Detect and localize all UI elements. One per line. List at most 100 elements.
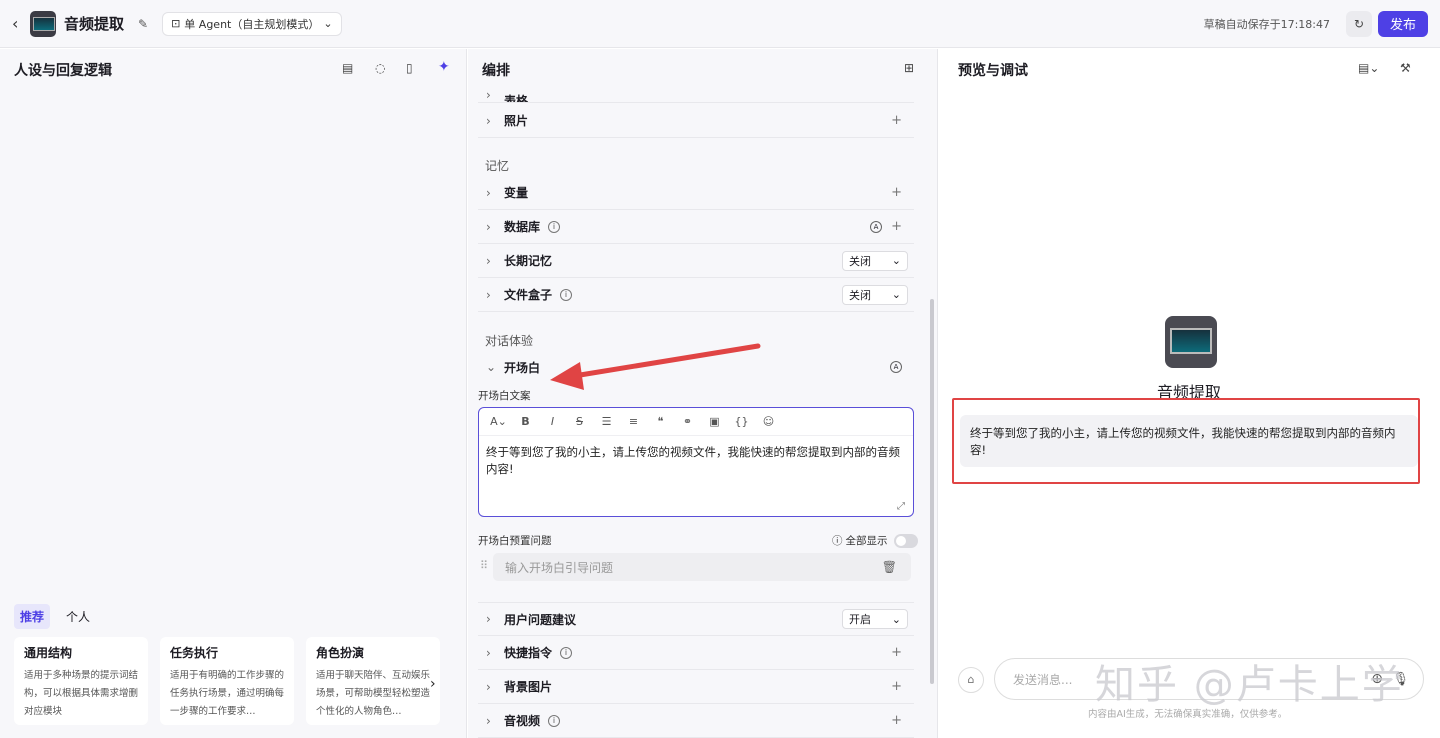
tab-personal[interactable]: 个人 <box>60 604 96 629</box>
history-icon: ↻ <box>1353 16 1365 31</box>
card-desc: 适用于聊天陪伴、互动娱乐场景，可帮助模型轻松塑造个性化的人物角色… <box>316 670 431 717</box>
mode-selector[interactable]: ⊡ 单 Agent（自主规划模式） ⌄ <box>162 11 342 36</box>
strikethrough-icon[interactable]: S <box>566 415 593 428</box>
tips-icon[interactable]: ◌ <box>375 61 385 75</box>
persona-panel: 人设与回复逻辑 ▤ ◌ ▯ ✦ 推荐 个人 通用结构 适用于多种场景的提示词结构… <box>0 49 467 738</box>
plus-icon[interactable]: + <box>891 185 902 200</box>
panel-title: 预览与调试 <box>958 63 1028 79</box>
row-label: 背景图片 <box>504 680 553 694</box>
card-desc: 适用于有明确的工作步骤的任务执行场景，通过明确每一步骤的工作要求… <box>170 670 285 717</box>
grid-icon[interactable]: ⊞ <box>904 61 914 75</box>
auto-icon[interactable]: A <box>890 361 902 373</box>
chevron-down-icon: ⌄ <box>891 254 901 267</box>
bold-icon[interactable]: B <box>512 415 539 428</box>
auto-icon[interactable]: A <box>870 220 882 233</box>
app-avatar <box>30 10 56 37</box>
chevron-right-icon: › <box>486 679 491 694</box>
italic-icon[interactable]: I <box>539 415 566 428</box>
history-button[interactable]: ↻ <box>1346 10 1372 37</box>
row-shortcut[interactable]: › 快捷指令 i + <box>478 636 914 670</box>
row-label: 长期记忆 <box>504 254 553 268</box>
row-label: 数据库 <box>504 220 541 234</box>
info-icon[interactable]: i <box>548 714 561 727</box>
file-box-select[interactable]: 关闭 ⌄ <box>842 284 908 305</box>
chevron-right-icon[interactable]: › <box>430 676 436 692</box>
plus-icon[interactable]: + <box>891 713 902 728</box>
drag-handle-icon[interactable]: ⠿ <box>480 559 488 572</box>
preset-label: 开场白预置问题 <box>478 535 552 547</box>
publish-button[interactable]: 发布 <box>1378 10 1428 37</box>
back-icon[interactable]: ‹ <box>12 14 26 33</box>
info-icon[interactable]: i <box>560 646 573 659</box>
plus-icon[interactable]: + <box>891 219 902 234</box>
row-photo[interactable]: › 照片 + <box>478 104 914 138</box>
info-icon[interactable]: i <box>548 220 561 233</box>
autosave-status: 草稿自动保存于17:18:47 <box>1203 17 1330 31</box>
template-card[interactable]: 任务执行 适用于有明确的工作步骤的任务执行场景，通过明确每一步骤的工作要求… <box>160 637 294 725</box>
row-label: 快捷指令 <box>504 646 553 660</box>
opening-copy-label: 开场白文案 <box>478 390 531 402</box>
user-suggest-select[interactable]: 开启 ⌄ <box>842 609 908 629</box>
panel-title: 人设与回复逻辑 <box>14 63 112 79</box>
trash-icon[interactable]: 🗑 <box>882 560 897 574</box>
wrench-icon[interactable]: ⚒ <box>1400 61 1411 75</box>
template-card[interactable]: 角色扮演 适用于聊天陪伴、互动娱乐场景，可帮助模型轻松塑造个性化的人物角色… <box>306 637 440 725</box>
orchestration-panel: 编排 ⊞ › 表格 › 照片 + 记忆 › 变量 + › 数据库 i A + › … <box>468 49 938 738</box>
row-file-box[interactable]: › 文件盒子 i 关闭 ⌄ <box>478 278 914 312</box>
font-size-icon[interactable]: A⌄ <box>485 415 512 428</box>
clear-context-icon[interactable]: ⌂ <box>958 667 984 693</box>
link-icon[interactable]: ⚭ <box>674 415 701 428</box>
chevron-right-icon: › <box>486 287 491 302</box>
edit-icon[interactable]: ✎ <box>138 17 148 31</box>
row-label: 照片 <box>504 114 529 128</box>
plus-icon[interactable]: + <box>891 645 902 660</box>
preset-question-input[interactable]: 输入开场白引导问题 🗑 <box>493 553 911 581</box>
long-memory-select[interactable]: 关闭 ⌄ <box>842 250 908 271</box>
chevron-down-icon: ⌄ <box>891 288 901 301</box>
card-title: 通用结构 <box>24 646 73 660</box>
card-title: 任务执行 <box>170 646 219 660</box>
debug-view-icon[interactable]: ▤⌄ <box>1358 61 1379 75</box>
bot-avatar <box>1165 316 1217 368</box>
chevron-right-icon: › <box>486 253 491 268</box>
row-database[interactable]: › 数据库 i A + <box>478 210 914 244</box>
chevron-right-icon: › <box>486 645 491 660</box>
scrollbar[interactable] <box>930 299 934 684</box>
chevron-right-icon: › <box>486 185 491 200</box>
opening-text[interactable]: 终于等到您了我的小主，请上传您的视频文件，我能快速的帮您提取到内部的音频内容! <box>479 436 913 486</box>
plus-icon[interactable]: + <box>891 113 902 128</box>
layout-icon[interactable]: ▯ <box>406 61 413 75</box>
row-table[interactable]: › 表格 <box>478 79 914 103</box>
bullet-list-icon[interactable]: ☰ <box>593 415 620 428</box>
ai-optimize-icon[interactable]: ✦ <box>438 59 450 75</box>
expand-icon[interactable]: ⤢ <box>897 501 905 512</box>
user-icon[interactable]: ☺ <box>755 415 782 428</box>
show-all: ⓘ 全部显示 <box>832 533 918 548</box>
row-user-suggest[interactable]: › 用户问题建议 开启 ⌄ <box>478 602 914 636</box>
panel-title: 编排 <box>482 63 510 79</box>
row-bg-image[interactable]: › 背景图片 + <box>478 670 914 704</box>
quote-icon[interactable]: ❝ <box>647 415 674 428</box>
plus-icon[interactable]: + <box>891 679 902 694</box>
chevron-down-icon: ⌄ <box>891 612 901 626</box>
section-memory: 记忆 <box>485 159 510 173</box>
editor-toolbar: A⌄ B I S ☰ ≡ ❝ ⚭ ▣ {} ☺ <box>479 408 913 436</box>
mode-label: 单 Agent（自主规划模式） <box>184 17 320 31</box>
template-tabs: 推荐 个人 <box>14 604 96 629</box>
opening-editor[interactable]: A⌄ B I S ☰ ≡ ❝ ⚭ ▣ {} ☺ 终于等到您了我的小主，请上传您的… <box>478 407 914 517</box>
show-all-toggle[interactable] <box>893 533 918 548</box>
chevron-right-icon: › <box>486 713 491 728</box>
code-icon[interactable]: {} <box>728 415 755 428</box>
row-audio-video[interactable]: › 音视频 i + <box>478 704 914 738</box>
info-icon[interactable]: i <box>560 288 573 301</box>
numbered-list-icon[interactable]: ≡ <box>620 415 647 428</box>
template-card[interactable]: 通用结构 适用于多种场景的提示词结构，可以根据具体需求增删对应模块 <box>14 637 148 725</box>
card-desc: 适用于多种场景的提示词结构，可以根据具体需求增删对应模块 <box>24 670 139 717</box>
app-title: 音频提取 <box>64 15 125 33</box>
row-long-memory[interactable]: › 长期记忆 关闭 ⌄ <box>478 244 914 278</box>
image-icon[interactable]: ▣ <box>701 415 728 428</box>
template-icon[interactable]: ▤ <box>342 61 353 75</box>
row-variable[interactable]: › 变量 + <box>478 176 914 210</box>
tab-recommended[interactable]: 推荐 <box>14 604 51 629</box>
top-bar: ‹ 音频提取 ✎ ⊡ 单 Agent（自主规划模式） ⌄ 草稿自动保存于17:1… <box>0 0 1440 48</box>
